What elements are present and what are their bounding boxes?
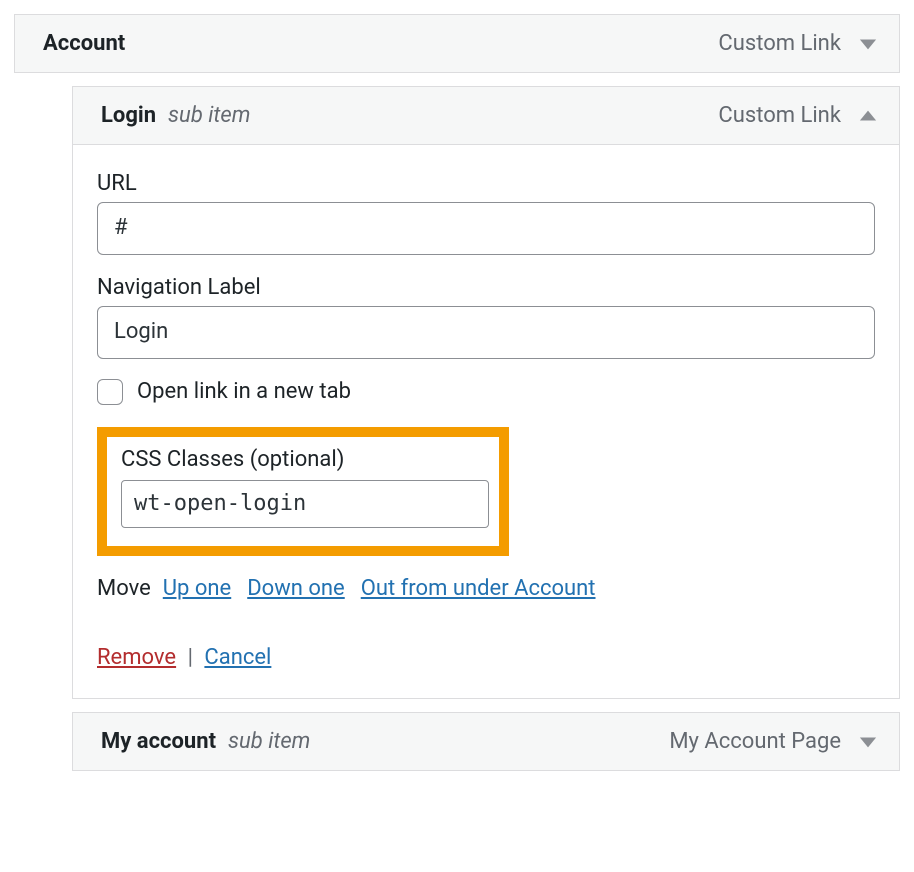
nav-label-input[interactable] xyxy=(97,306,875,359)
menu-item-login: Login sub item Custom Link URL Navigatio… xyxy=(72,86,900,699)
chevron-down-icon[interactable] xyxy=(859,735,877,749)
move-down-link[interactable]: Down one xyxy=(247,576,345,601)
menu-item-account: Account Custom Link xyxy=(14,14,900,73)
menu-item-title: Login xyxy=(101,103,156,128)
nav-label-label: Navigation Label xyxy=(97,275,875,300)
menu-item-header[interactable]: Login sub item Custom Link xyxy=(73,87,899,144)
move-label: Move xyxy=(97,576,151,601)
menu-item-type: My Account Page xyxy=(669,729,841,754)
url-field-group: URL xyxy=(97,171,875,255)
new-tab-row: Open link in a new tab xyxy=(97,379,875,405)
move-row: Move Up one Down one Out from under Acco… xyxy=(97,576,875,601)
css-classes-input[interactable] xyxy=(121,480,489,529)
css-classes-label: CSS Classes (optional) xyxy=(121,447,485,472)
menu-item-header[interactable]: My account sub item My Account Page xyxy=(73,713,899,770)
menu-item-type: Custom Link xyxy=(718,31,841,56)
menu-item-title: Account xyxy=(43,31,125,56)
nav-label-field-group: Navigation Label xyxy=(97,275,875,359)
chevron-up-icon[interactable] xyxy=(859,109,877,123)
move-up-link[interactable]: Up one xyxy=(163,576,231,601)
separator: | xyxy=(188,645,193,670)
url-label: URL xyxy=(97,171,875,196)
actions-row: Remove | Cancel xyxy=(97,645,875,670)
menu-item-my-account: My account sub item My Account Page xyxy=(72,712,900,771)
menu-item-subtitle: sub item xyxy=(168,103,250,128)
new-tab-checkbox[interactable] xyxy=(97,379,123,405)
remove-link[interactable]: Remove xyxy=(97,645,176,670)
move-out-link[interactable]: Out from under Account xyxy=(361,576,596,601)
menu-item-header[interactable]: Account Custom Link xyxy=(15,15,899,72)
new-tab-label: Open link in a new tab xyxy=(137,379,351,404)
cancel-link[interactable]: Cancel xyxy=(204,645,271,670)
menu-item-type: Custom Link xyxy=(718,103,841,128)
menu-item-title: My account xyxy=(101,729,216,754)
css-classes-highlight: CSS Classes (optional) xyxy=(97,427,509,557)
chevron-down-icon[interactable] xyxy=(859,37,877,51)
menu-item-subtitle: sub item xyxy=(228,729,310,754)
url-input[interactable] xyxy=(97,202,875,255)
menu-item-body: URL Navigation Label Open link in a new … xyxy=(73,144,899,698)
